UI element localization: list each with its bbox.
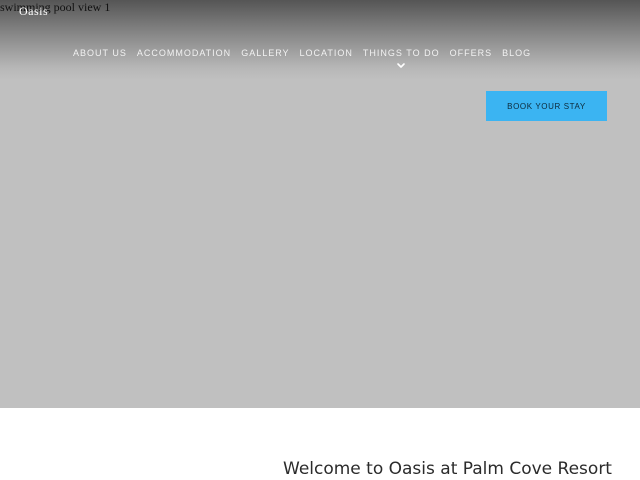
nav-item-accommodation[interactable]: ACCOMMODATION bbox=[132, 47, 236, 60]
welcome-heading: Welcome to Oasis at Palm Cove Resort bbox=[283, 459, 612, 479]
nav-item-offers[interactable]: OFFERS bbox=[445, 47, 498, 60]
book-your-stay-button[interactable]: BOOK YOUR STAY bbox=[486, 91, 607, 121]
nav-label: ACCOMMODATION bbox=[136, 48, 232, 58]
nav-label: ABOUT US bbox=[73, 48, 127, 58]
nav-item-gallery[interactable]: GALLERY bbox=[236, 47, 294, 60]
hero-image-alt-text: swimming pool view 1 bbox=[0, 0, 111, 14]
nav-label: OFFERS bbox=[449, 48, 493, 58]
main-navigation: ABOUT US ACCOMMODATION GALLERY LOCATION … bbox=[68, 47, 536, 70]
nav-label: THINGS TO DO bbox=[362, 48, 440, 58]
site-logo[interactable]: Oasis bbox=[19, 4, 48, 18]
nav-label: BLOG bbox=[502, 48, 532, 58]
chevron-down-icon[interactable] bbox=[396, 62, 406, 70]
nav-item-about-us[interactable]: ABOUT US bbox=[68, 47, 132, 60]
nav-item-location[interactable]: LOCATION bbox=[295, 47, 358, 60]
nav-item-things-to-do[interactable]: THINGS TO DO bbox=[358, 47, 445, 70]
nav-item-blog[interactable]: BLOG bbox=[497, 47, 536, 60]
nav-label: LOCATION bbox=[299, 48, 353, 58]
nav-label: GALLERY bbox=[241, 48, 290, 58]
